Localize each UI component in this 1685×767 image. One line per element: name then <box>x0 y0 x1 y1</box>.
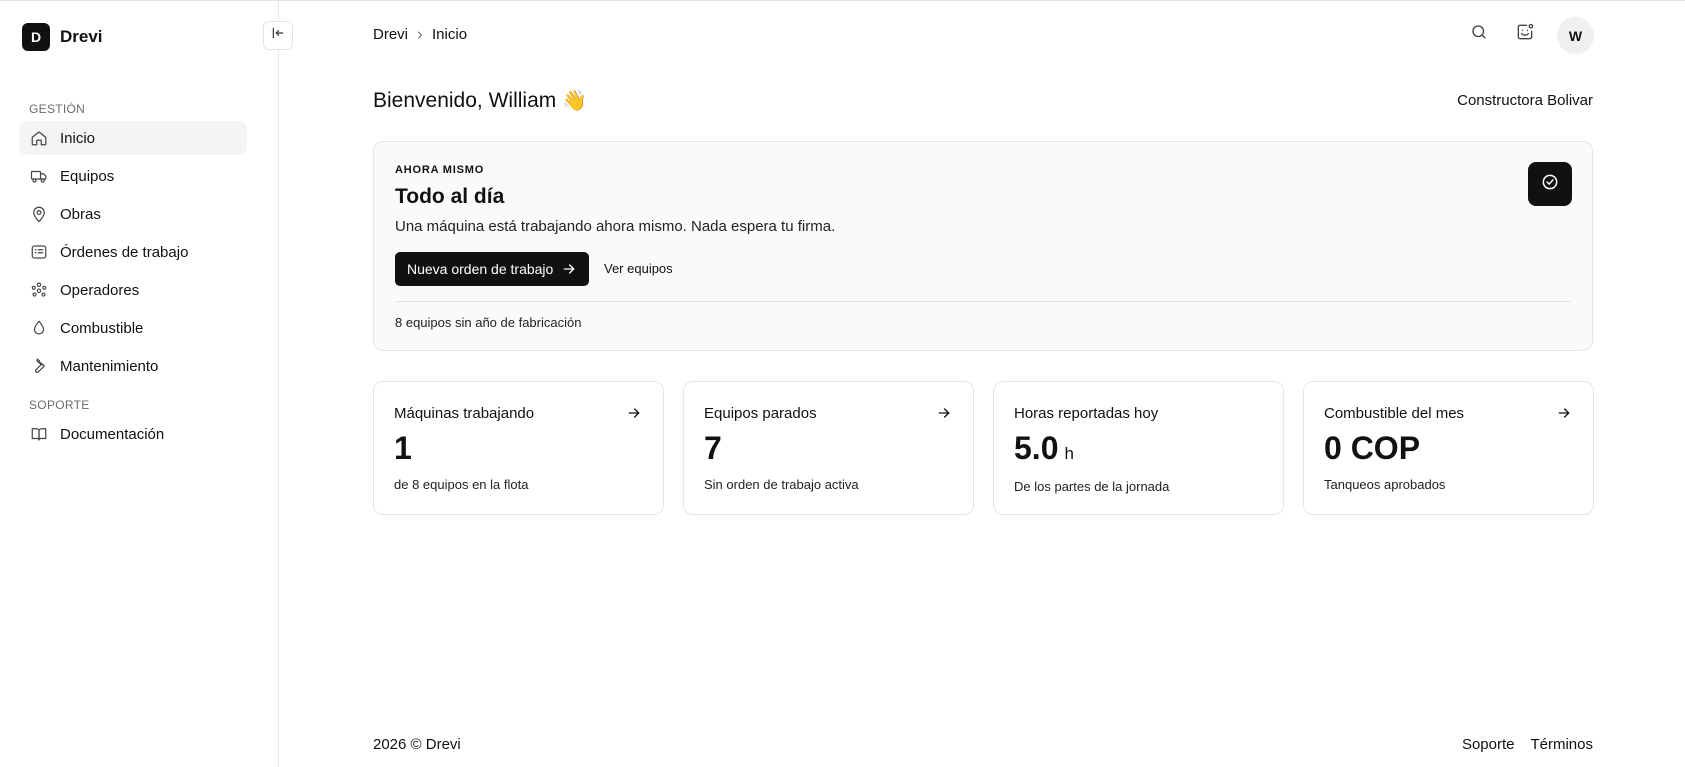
stat-title: Horas reportadas hoy <box>1014 405 1159 422</box>
sidebar-item-label: Combustible <box>60 319 144 337</box>
chevron-right-icon <box>414 29 426 41</box>
user-avatar[interactable]: W <box>1557 17 1594 54</box>
sidebar-item-label: Obras <box>60 205 101 223</box>
arrow-right-icon <box>1555 404 1573 422</box>
footer-copyright: 2026 © Drevi <box>373 736 461 753</box>
search-button[interactable] <box>1467 22 1491 46</box>
footer-link-soporte[interactable]: Soporte <box>1462 736 1515 753</box>
truck-icon <box>29 166 49 186</box>
arrow-right-icon <box>625 404 643 422</box>
book-icon <box>29 424 49 444</box>
sidebar-item-equipos[interactable]: Equipos <box>19 159 247 193</box>
clipboard-list-icon <box>29 242 49 262</box>
notifications-button[interactable] <box>1513 22 1537 46</box>
stat-unit: h <box>1064 444 1074 463</box>
nav-group-label-soporte: SOPORTE <box>29 398 90 412</box>
brand[interactable]: D Drevi <box>22 23 103 51</box>
stat-card-equipment-stopped[interactable]: Equipos parados 7 Sin orden de trabajo a… <box>683 381 974 515</box>
status-badge <box>1528 162 1572 206</box>
welcome-greeting: Bienvenido, William <box>373 88 557 112</box>
stat-subtitle: de 8 equipos en la flota <box>394 477 529 492</box>
stat-card-machines-working[interactable]: Máquinas trabajando 1 de 8 equipos en la… <box>373 381 664 515</box>
sidebar-item-label: Operadores <box>60 281 140 299</box>
check-circle-icon <box>1540 172 1560 197</box>
stat-subtitle: De los partes de la jornada <box>1014 479 1170 494</box>
new-work-order-button[interactable]: Nueva orden de trabajo <box>395 252 590 286</box>
footer-links: Soporte Términos <box>1462 736 1593 753</box>
status-title: Todo al día <box>395 185 505 208</box>
map-pin-icon <box>29 204 49 224</box>
company-name: Constructora Bolivar <box>1457 92 1593 109</box>
sidebar-item-documentacion[interactable]: Documentación <box>19 417 247 451</box>
sidebar-item-combustible[interactable]: Combustible <box>19 311 247 345</box>
sidebar-item-ordenes[interactable]: Órdenes de trabajo <box>19 235 247 269</box>
stat-subtitle: Sin orden de trabajo activa <box>704 477 859 492</box>
sidebar-item-label: Documentación <box>60 425 165 443</box>
search-icon <box>1470 23 1488 46</box>
footer-link-terminos[interactable]: Términos <box>1530 736 1593 753</box>
page-title: Bienvenido, William 👋 <box>373 88 587 113</box>
stat-value: 1 <box>394 430 412 466</box>
sidebar: D Drevi GESTIÓN Inicio Equipos Obras Órd… <box>0 1 279 767</box>
sidebar-item-label: Equipos <box>60 167 115 185</box>
new-work-order-label: Nueva orden de trabajo <box>407 261 554 277</box>
breadcrumb: Drevi Inicio <box>373 26 467 43</box>
sidebar-item-label: Órdenes de trabajo <box>60 243 189 261</box>
sidebar-item-label: Mantenimiento <box>60 357 159 375</box>
stat-title: Combustible del mes <box>1324 405 1465 422</box>
wrench-icon <box>29 356 49 376</box>
sidebar-item-obras[interactable]: Obras <box>19 197 247 231</box>
status-kicker: AHORA MISMO <box>395 164 485 176</box>
sidebar-item-operadores[interactable]: Operadores <box>19 273 247 307</box>
status-description: Una máquina está trabajando ahora mismo.… <box>395 218 836 235</box>
stat-subtitle: Tanqueos aprobados <box>1324 477 1446 492</box>
brand-name: Drevi <box>60 27 103 46</box>
status-card: AHORA MISMO Todo al día Una máquina está… <box>373 141 1593 351</box>
stat-value: 5.0 h <box>1014 430 1074 466</box>
stat-title: Equipos parados <box>704 405 817 422</box>
divider <box>395 301 1571 302</box>
stat-value: 7 <box>704 430 722 466</box>
home-icon <box>29 128 49 148</box>
sidebar-item-label: Inicio <box>60 129 96 147</box>
breadcrumb-item-drevi[interactable]: Drevi <box>373 26 408 43</box>
stat-card-hours-reported: Horas reportadas hoy 5.0 h De los partes … <box>993 381 1284 515</box>
sidebar-item-inicio[interactable]: Inicio <box>19 121 247 155</box>
breadcrumb-item-inicio: Inicio <box>432 26 468 43</box>
status-note: 8 equipos sin año de fabricación <box>395 315 582 330</box>
brand-logo: D <box>22 23 50 51</box>
droplet-icon <box>29 318 49 338</box>
stat-title: Máquinas trabajando <box>394 405 535 422</box>
stat-value: 0 COP <box>1324 430 1421 466</box>
arrow-right-icon <box>561 261 577 277</box>
collapse-sidebar-button[interactable] <box>263 21 293 50</box>
nav-group-label-gestion: GESTIÓN <box>29 102 86 116</box>
collapse-icon <box>271 26 285 45</box>
users-icon <box>29 280 49 300</box>
sidebar-item-mantenimiento[interactable]: Mantenimiento <box>19 349 247 383</box>
message-smile-icon <box>1515 22 1535 47</box>
waving-hand-icon: 👋 <box>562 90 588 112</box>
arrow-right-icon <box>935 404 953 422</box>
view-equipment-link[interactable]: Ver equipos <box>604 261 673 276</box>
stat-card-fuel-month[interactable]: Combustible del mes 0 COP Tanqueos aprob… <box>1303 381 1594 515</box>
